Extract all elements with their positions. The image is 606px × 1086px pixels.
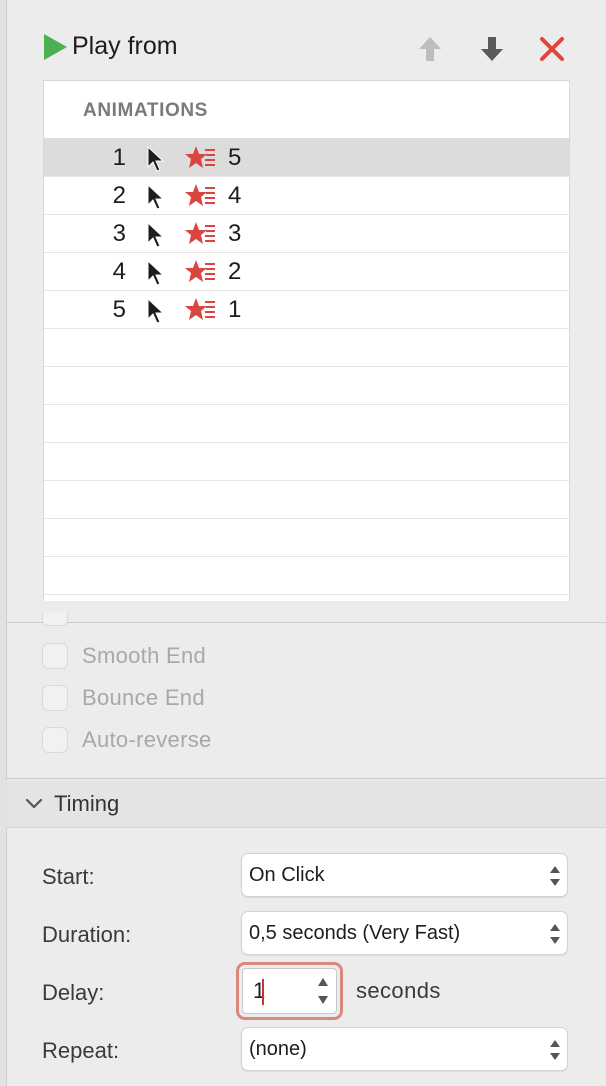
play-icon: [44, 33, 67, 60]
repeat-popup[interactable]: (none): [241, 1027, 568, 1071]
animation-target: 4: [228, 182, 242, 209]
animation-row[interactable]: 1 5: [44, 139, 569, 177]
emphasis-star-icon: [185, 260, 215, 282]
bounce-end-label: Bounce End: [82, 685, 205, 710]
repeat-value: (none): [249, 1038, 307, 1060]
emphasis-star-icon: [185, 222, 215, 244]
duration-popup[interactable]: 0,5 seconds (Very Fast): [241, 911, 568, 955]
animation-row[interactable]: 4 2: [44, 253, 569, 291]
animation-row[interactable]: 3 3: [44, 215, 569, 253]
animation-target: 1: [228, 296, 242, 323]
on-click-cursor-icon: [147, 146, 164, 172]
move-up-arrow-icon[interactable]: [416, 34, 444, 64]
smooth-end-option[interactable]: Smooth End: [42, 643, 206, 669]
animation-target: 3: [228, 220, 242, 247]
empty-row: [44, 481, 569, 519]
empty-row: [44, 367, 569, 405]
on-click-cursor-icon: [147, 260, 164, 286]
animation-order: 4: [112, 258, 126, 285]
animation-order: 1: [112, 144, 126, 171]
start-label: Start:: [42, 864, 95, 889]
duration-label: Duration:: [42, 922, 132, 947]
duration-value: 0,5 seconds (Very Fast): [249, 922, 461, 944]
delete-x-icon[interactable]: [538, 34, 566, 64]
up-down-arrows-icon: [550, 866, 560, 886]
play-from-button[interactable]: Play from: [42, 32, 178, 61]
delay-input[interactable]: 1: [242, 968, 337, 1014]
emphasis-star-icon: [185, 298, 215, 320]
start-popup[interactable]: On Click: [241, 853, 568, 897]
play-from-label: Play from: [72, 32, 178, 60]
bounce-end-option[interactable]: Bounce End: [42, 685, 205, 711]
empty-row: [44, 329, 569, 367]
empty-row: [44, 519, 569, 557]
smooth-end-checkbox[interactable]: [42, 643, 68, 669]
delay-label: Delay:: [42, 980, 105, 1005]
emphasis-star-icon: [185, 146, 215, 168]
clipped-checkbox: [42, 612, 68, 626]
auto-reverse-checkbox[interactable]: [42, 727, 68, 753]
panel-left-edge: [0, 0, 7, 1086]
animation-order: 3: [112, 220, 126, 247]
timing-section-title: Timing: [54, 791, 120, 816]
empty-row: [44, 557, 569, 595]
smooth-end-label: Smooth End: [82, 643, 207, 668]
delay-units: seconds: [356, 978, 441, 1003]
section-divider: [6, 778, 606, 779]
list-divider: [6, 622, 606, 623]
repeat-label: Repeat:: [42, 1038, 120, 1063]
animations-list-header: ANIMATIONS: [44, 81, 569, 139]
empty-row: [44, 595, 569, 601]
timing-section-header[interactable]: Timing: [6, 781, 606, 828]
up-down-arrows-icon: [550, 1040, 560, 1060]
bounce-end-checkbox[interactable]: [42, 685, 68, 711]
auto-reverse-option[interactable]: Auto-reverse: [42, 727, 212, 753]
emphasis-star-icon: [185, 184, 215, 206]
move-down-arrow-icon[interactable]: [478, 34, 506, 64]
on-click-cursor-icon: [147, 298, 164, 324]
animation-target: 2: [228, 258, 242, 285]
on-click-cursor-icon: [147, 184, 164, 210]
animations-list[interactable]: ANIMATIONS 1 5 2 4 3 3 4 2 5 1: [43, 80, 570, 601]
chevron-down-icon: [25, 798, 43, 809]
animation-row[interactable]: 5 1: [44, 291, 569, 329]
animation-order: 5: [112, 296, 126, 323]
start-value: On Click: [249, 864, 325, 886]
animation-toolbar: Play from: [6, 18, 606, 78]
animation-target: 5: [228, 144, 242, 171]
empty-row: [44, 443, 569, 481]
delay-stepper[interactable]: [314, 972, 332, 1010]
empty-row: [44, 405, 569, 443]
animation-order: 2: [112, 182, 126, 209]
animation-row[interactable]: 2 4: [44, 177, 569, 215]
auto-reverse-label: Auto-reverse: [82, 727, 212, 752]
up-down-arrows-icon: [550, 924, 560, 944]
text-caret: [262, 979, 264, 1005]
on-click-cursor-icon: [147, 222, 164, 248]
